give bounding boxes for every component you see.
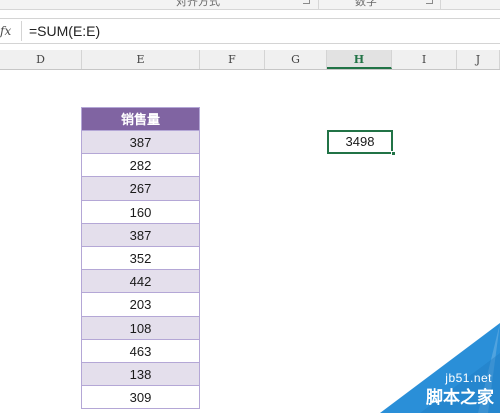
- formula-input[interactable]: =SUM(E:E): [29, 20, 497, 42]
- active-cell-h[interactable]: 3498: [327, 130, 393, 154]
- formula-bar-divider: [21, 21, 22, 41]
- column-header-f[interactable]: F: [200, 50, 265, 69]
- column-header-h[interactable]: H: [327, 50, 392, 69]
- alignment-dialog-launcher-icon[interactable]: [303, 0, 310, 4]
- fill-handle[interactable]: [391, 151, 396, 156]
- sales-cell[interactable]: 463: [82, 339, 199, 363]
- ribbon-group-divider: [318, 0, 319, 9]
- watermark-brand: 脚本之家: [426, 388, 494, 407]
- column-header-i[interactable]: I: [392, 50, 457, 69]
- ribbon-group-labels: 对齐方式 数字: [0, 0, 500, 10]
- sales-table: 销售量 387 282 267 160 387 352 442 203 108 …: [81, 107, 200, 410]
- sales-cell[interactable]: 387: [82, 131, 199, 155]
- column-header-g[interactable]: G: [265, 50, 327, 69]
- sales-cell[interactable]: 138: [82, 362, 199, 387]
- ribbon-group-number-label: 数字: [355, 0, 377, 8]
- watermark: jb51.net 脚本之家: [380, 323, 500, 413]
- sales-cell[interactable]: 108: [82, 316, 199, 340]
- sales-cell[interactable]: 160: [82, 200, 199, 224]
- number-dialog-launcher-icon[interactable]: [426, 0, 433, 4]
- ribbon-group-alignment-label: 对齐方式: [176, 0, 220, 8]
- sales-cell[interactable]: 267: [82, 177, 199, 201]
- formula-bar: fx =SUM(E:E): [0, 18, 500, 44]
- column-header-j[interactable]: J: [457, 50, 500, 69]
- column-headers: D E F G H I J: [0, 50, 500, 70]
- sales-cell[interactable]: 309: [82, 386, 199, 410]
- sales-table-header[interactable]: 销售量: [82, 108, 199, 131]
- column-header-d[interactable]: D: [0, 50, 82, 69]
- insert-function-icon[interactable]: fx: [0, 22, 14, 40]
- sales-cell[interactable]: 387: [82, 223, 199, 247]
- ribbon-group-divider: [440, 0, 441, 9]
- sales-cell[interactable]: 203: [82, 293, 199, 317]
- sales-cell[interactable]: 442: [82, 270, 199, 294]
- sales-cell[interactable]: 352: [82, 246, 199, 271]
- column-header-e[interactable]: E: [82, 50, 200, 69]
- sales-cell[interactable]: 282: [82, 154, 199, 178]
